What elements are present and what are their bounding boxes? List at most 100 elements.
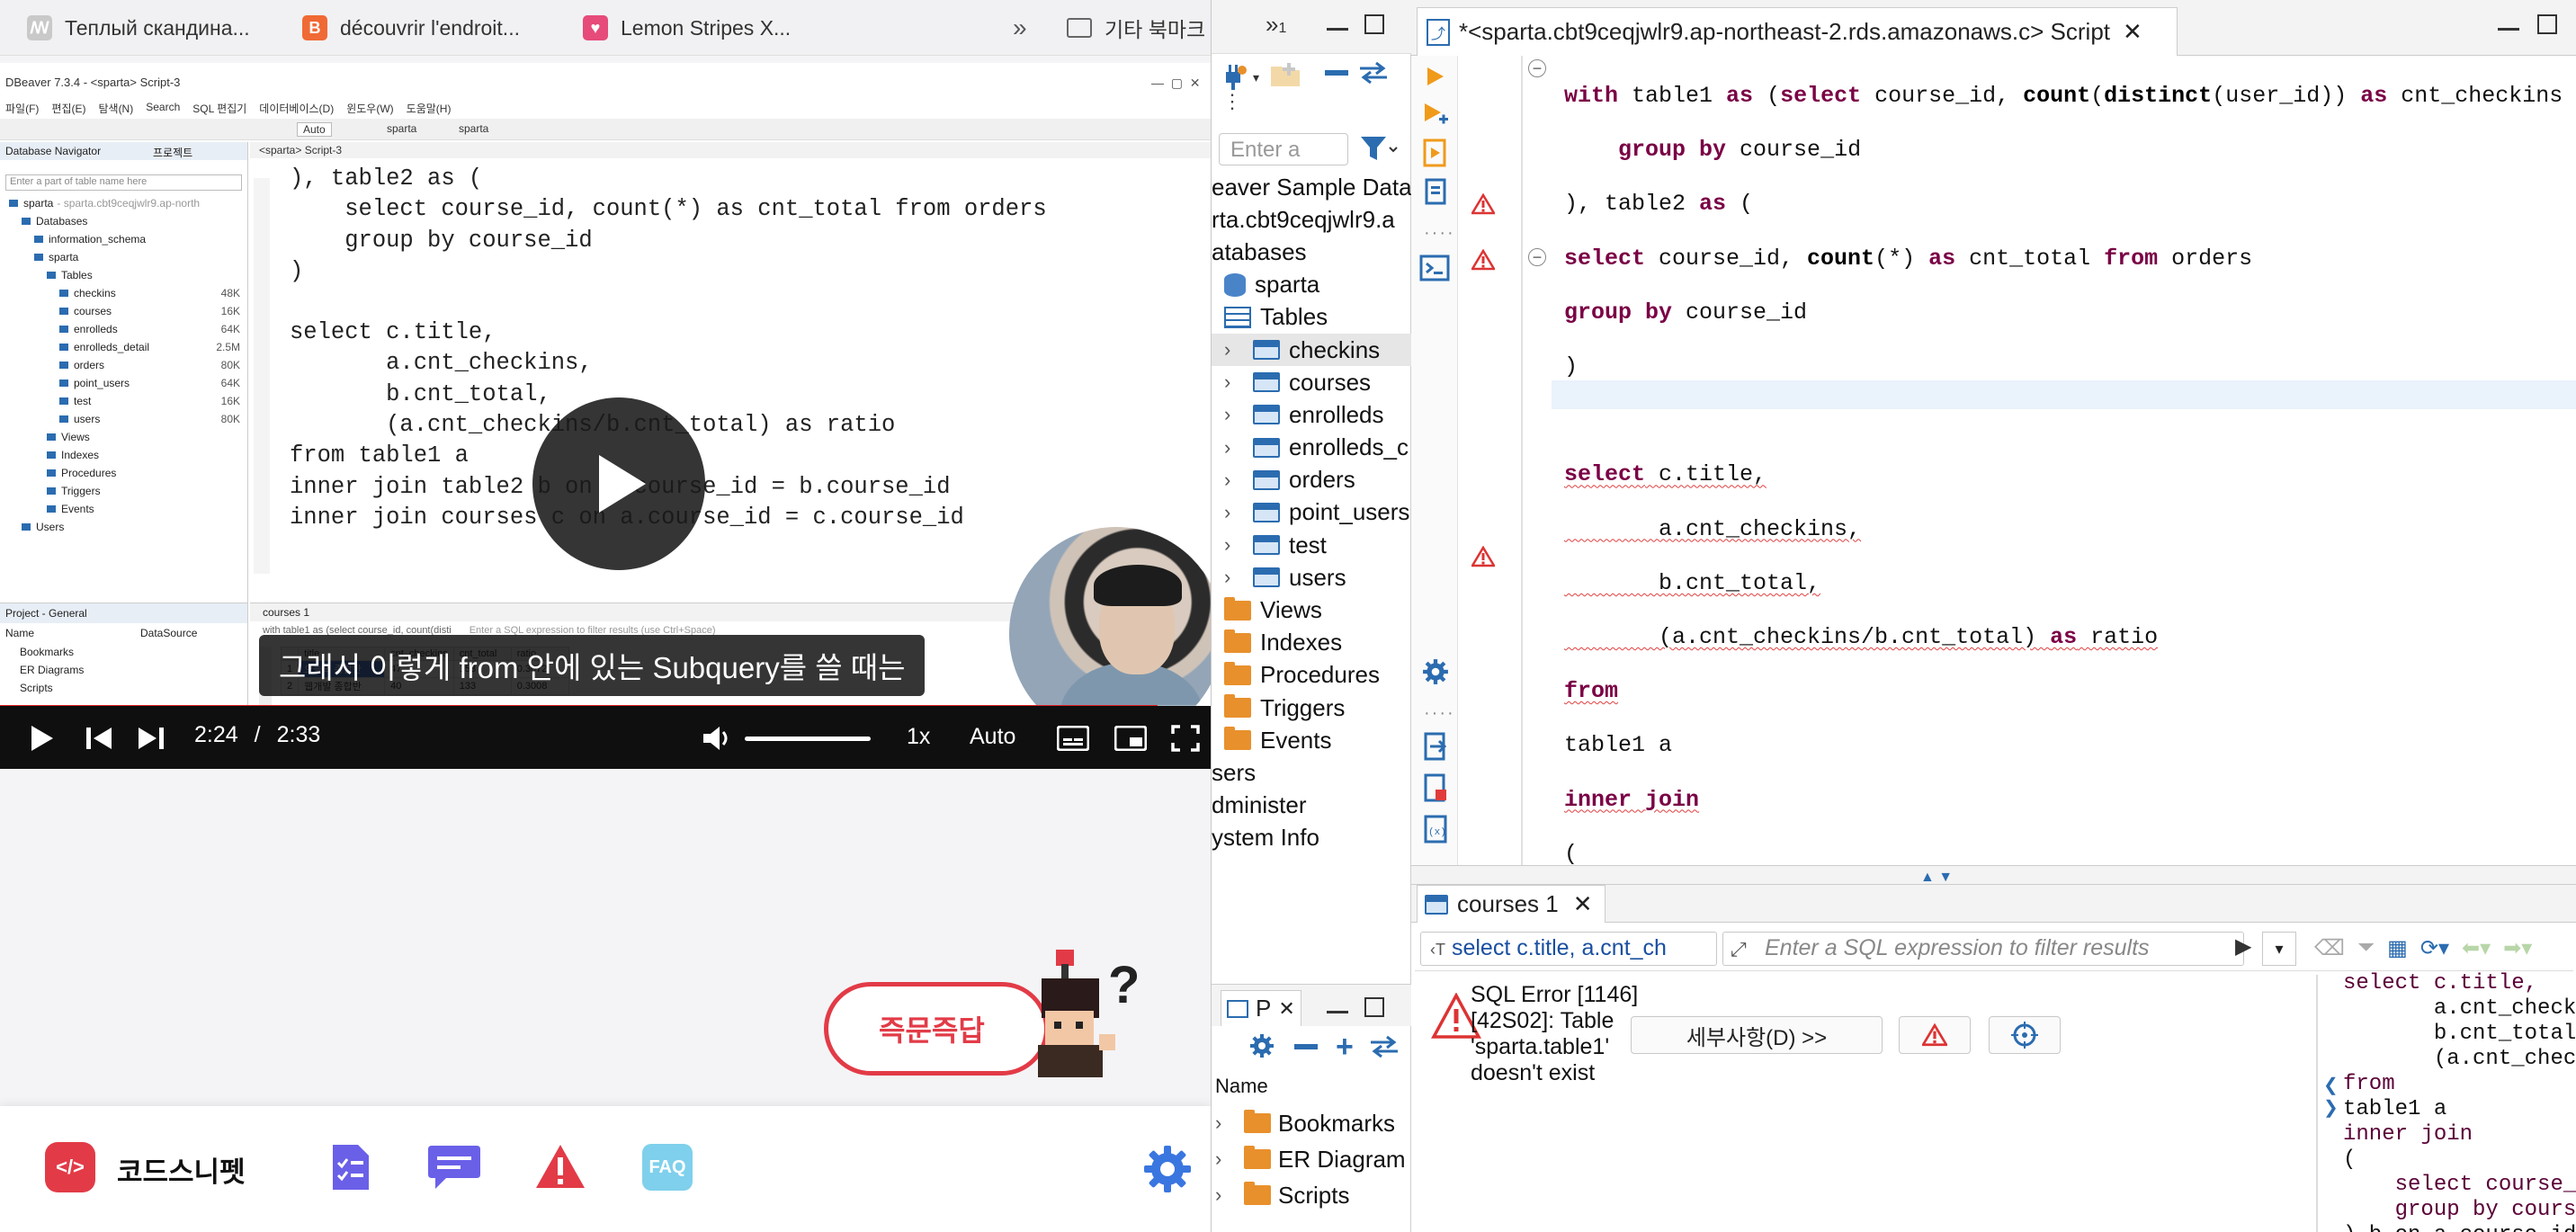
next-button[interactable] bbox=[135, 722, 167, 754]
explain-plan-button[interactable] bbox=[1420, 176, 1451, 209]
new-folder-button[interactable] bbox=[1267, 59, 1303, 90]
eraser-icon[interactable]: ⌫ bbox=[2314, 935, 2345, 961]
bookmark-item[interactable]: Bdécouvrir l'endroit... bbox=[302, 0, 563, 56]
navigator-tree-item[interactable]: Views bbox=[1212, 594, 1411, 626]
connect-button[interactable] bbox=[1219, 61, 1249, 92]
editor-minimize-button[interactable] bbox=[2498, 13, 2519, 31]
faq-button[interactable]: FAQ bbox=[642, 1144, 693, 1191]
expand-chevron-icon[interactable]: › bbox=[1224, 436, 1242, 460]
navigator-tree-item[interactable]: rta.cbt9ceqjwlr9.a bbox=[1212, 203, 1411, 236]
editor-maximize-button[interactable] bbox=[2537, 14, 2557, 34]
speed-button[interactable]: 1x bbox=[907, 724, 930, 750]
subtitles-button[interactable] bbox=[1056, 724, 1090, 753]
miniplayer-button[interactable] bbox=[1114, 724, 1148, 753]
navigator-tree-item[interactable]: eaver Sample Data bbox=[1212, 171, 1412, 203]
execute-new-tab-button[interactable] bbox=[1420, 99, 1451, 129]
report-error-button[interactable] bbox=[534, 1142, 586, 1191]
expand-chevron-icon[interactable]: › bbox=[1224, 370, 1242, 394]
navigator-tree-item[interactable]: Events bbox=[1212, 724, 1411, 756]
navigator-tree-item[interactable]: Triggers bbox=[1212, 692, 1411, 724]
nav-menu-button[interactable]: ⋮ bbox=[1222, 92, 1242, 124]
project-settings-button[interactable] bbox=[1248, 1031, 1276, 1060]
editor-results-splitter[interactable]: ▲ ▼ bbox=[1411, 865, 2576, 885]
grid-settings-icon[interactable]: ▦ bbox=[2387, 935, 2408, 961]
export-button[interactable] bbox=[1420, 730, 1451, 763]
link-editor-button[interactable] bbox=[1357, 59, 1390, 86]
expand-chevron-icon[interactable]: › bbox=[1215, 1111, 1233, 1135]
error-locate-button[interactable] bbox=[1989, 1016, 2061, 1054]
navigator-tree-item[interactable]: › enrolleds bbox=[1212, 398, 1411, 431]
project-tab[interactable]: P ✕ bbox=[1221, 990, 1301, 1026]
refresh-icon[interactable]: ⟳▾ bbox=[2420, 935, 2449, 961]
navigator-tree-item[interactable]: › checkins bbox=[1212, 333, 1411, 367]
expand-chevron-icon[interactable]: › bbox=[1224, 338, 1242, 362]
navigator-tree-item[interactable]: › enrolleds_c bbox=[1212, 432, 1411, 464]
snippet-brand[interactable]: </> 코드스니펫 bbox=[0, 1106, 282, 1232]
expand-chevron-icon[interactable]: › bbox=[1224, 501, 1242, 524]
bookmark-item[interactable]: ♥ Lemon Stripes X... bbox=[583, 0, 844, 56]
results-query-box[interactable]: ‹T select c.title, a.cnt_ch bbox=[1420, 932, 1717, 966]
console-button[interactable] bbox=[1417, 252, 1453, 284]
results-tab-close-icon[interactable]: ✕ bbox=[1573, 890, 1593, 918]
load-script-button[interactable] bbox=[1420, 772, 1451, 804]
execute-script-button[interactable] bbox=[1420, 137, 1451, 169]
checklist-button[interactable] bbox=[331, 1142, 371, 1192]
navigator-tree-item[interactable]: › orders bbox=[1212, 464, 1411, 496]
fold-toggle-1[interactable]: − bbox=[1528, 59, 1546, 77]
navigator-tree-item[interactable]: sers bbox=[1212, 756, 1411, 789]
navigator-tree-item[interactable]: Indexes bbox=[1212, 627, 1411, 659]
bookmarks-more-button[interactable]: » bbox=[1013, 0, 1027, 56]
navigator-tree-item[interactable]: Tables bbox=[1212, 301, 1411, 334]
navigator-tree-item[interactable]: › courses bbox=[1212, 366, 1411, 398]
expand-chevron-icon[interactable]: › bbox=[1224, 533, 1242, 557]
variables-button[interactable]: (x) bbox=[1420, 813, 1451, 845]
expand-chevron-icon[interactable]: › bbox=[1224, 403, 1242, 426]
navigator-tree-item[interactable]: Procedures bbox=[1212, 659, 1411, 692]
collapse-all-button[interactable] bbox=[1325, 70, 1348, 76]
play-button[interactable] bbox=[532, 397, 705, 570]
editor-tab-close-icon[interactable]: ✕ bbox=[2123, 18, 2142, 46]
fold-toggle-2[interactable]: − bbox=[1528, 248, 1546, 266]
back-arrow-icon[interactable]: ⬅▾ bbox=[2462, 935, 2491, 961]
expand-chevron-icon[interactable]: › bbox=[1215, 1183, 1233, 1207]
project-maximize-button[interactable] bbox=[1364, 997, 1384, 1017]
navigator-tree-item[interactable]: › test bbox=[1212, 529, 1411, 561]
previous-button[interactable] bbox=[83, 722, 115, 754]
project-tab-close-icon[interactable]: ✕ bbox=[1278, 997, 1294, 1021]
expand-chevron-icon[interactable]: › bbox=[1224, 469, 1242, 492]
nav-minimize-button[interactable] bbox=[1327, 13, 1348, 31]
filter-history-button[interactable]: ▶ bbox=[2235, 933, 2251, 960]
project-add-button[interactable]: + bbox=[1336, 1030, 1354, 1065]
results-tab[interactable]: courses 1 ✕ bbox=[1417, 885, 1606, 923]
navigator-tree-item[interactable]: › point_users bbox=[1212, 496, 1411, 529]
funnel-icon[interactable]: ⏷ bbox=[2357, 935, 2375, 961]
navigator-tree-item[interactable]: sparta bbox=[1212, 269, 1411, 301]
play-small-button[interactable] bbox=[25, 722, 58, 754]
navigator-tree-item[interactable]: › users bbox=[1212, 561, 1411, 594]
quick-qa-button[interactable]: 즉문즉답 bbox=[824, 982, 1049, 1076]
execute-statement-button[interactable] bbox=[1420, 61, 1451, 92]
expand-chevron-icon[interactable]: › bbox=[1224, 566, 1242, 589]
side-panel-toggle[interactable]: ❮ ❯ bbox=[2323, 1074, 2339, 1119]
results-filter-input[interactable]: ⤢ Enter a SQL expression to filter resul… bbox=[1722, 932, 2244, 966]
video-player[interactable]: DBeaver 7.3.4 - <sparta> Script-3 — ▢ ✕ … bbox=[0, 63, 1211, 769]
navigator-tree-item[interactable]: dminister bbox=[1212, 790, 1411, 822]
project-collapse-button[interactable] bbox=[1294, 1044, 1318, 1049]
expand-chevron-icon[interactable]: › bbox=[1215, 1147, 1233, 1171]
bookmark-folder-other[interactable]: 기타 북마크 bbox=[1067, 0, 1211, 56]
filter-dropdown-button[interactable]: ▾ bbox=[2262, 932, 2296, 966]
nav-overflow-tab[interactable]: »1 bbox=[1266, 11, 1286, 39]
error-details-button[interactable]: 세부사항(D) >> bbox=[1631, 1016, 1883, 1054]
editor-tab[interactable]: ⤴ *<sparta.cbt9ceqjwlr9.ap-northeast-2.r… bbox=[1417, 7, 2178, 56]
nav-maximize-button[interactable] bbox=[1364, 14, 1384, 34]
quality-button[interactable]: Auto bbox=[970, 724, 1015, 750]
forward-arrow-icon[interactable]: ➡▾ bbox=[2503, 935, 2532, 961]
volume-slider[interactable] bbox=[745, 737, 871, 741]
chat-button[interactable] bbox=[426, 1144, 482, 1191]
settings-button[interactable] bbox=[1142, 1144, 1193, 1194]
editor-settings-button[interactable] bbox=[1420, 656, 1451, 687]
navigator-tree-item[interactable]: ystem Info bbox=[1212, 822, 1411, 854]
project-item[interactable]: › ER Diagram bbox=[1212, 1141, 1411, 1177]
error-log-button[interactable] bbox=[1899, 1016, 1971, 1054]
fullscreen-button[interactable] bbox=[1169, 724, 1202, 753]
